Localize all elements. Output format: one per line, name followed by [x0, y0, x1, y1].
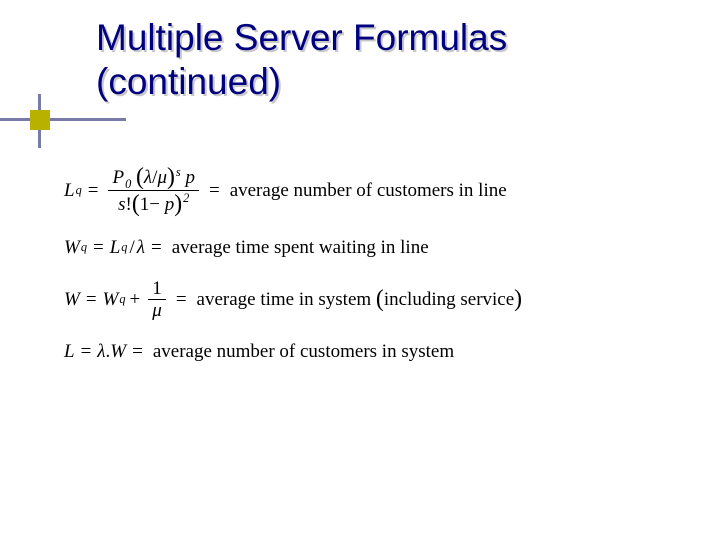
l-eq1: =: [81, 342, 92, 361]
slide-title: Multiple Server Formulas (continued) Mul…: [96, 16, 656, 105]
w-eq1: =: [86, 290, 97, 309]
lq-den-paren-r: ): [174, 191, 182, 217]
lq-paren-l: (: [136, 164, 144, 190]
w-fraction: 1 μ: [148, 279, 166, 320]
lq-den-s: s: [118, 194, 125, 215]
wq-eq2: =: [151, 238, 162, 257]
lq-desc: average number of customers in line: [230, 181, 507, 200]
lq-den-p: p: [165, 194, 175, 215]
wq-eq1: =: [93, 238, 104, 257]
w-frac-den: μ: [152, 300, 162, 321]
wq-rhs-slash: /: [129, 238, 134, 257]
lq-num-exp: s: [176, 165, 181, 179]
wq-rhs-L: L: [110, 238, 121, 257]
formula-w: W = Wq + 1 μ = average time in system (i…: [64, 279, 684, 320]
w-frac-num: 1: [148, 279, 166, 299]
l-eq2: =: [132, 342, 143, 361]
title-line1: Multiple Server Formulas: [96, 17, 507, 58]
lq-fraction: P0 (λ/μ)s p s!(1− p)2: [108, 165, 199, 216]
w-rhs-plus: +: [130, 290, 141, 309]
lq-lhs-var: L: [64, 181, 75, 200]
lq-eq1: =: [88, 181, 99, 200]
w-desc-par: including service: [384, 289, 514, 310]
lq-den-fact: !: [126, 194, 132, 215]
w-lhs-var: W: [64, 290, 80, 309]
formula-wq: Wq = Lq / λ = average time spent waiting…: [64, 238, 684, 257]
lq-paren-r: ): [167, 164, 175, 190]
wq-rhs-lam: λ: [137, 238, 145, 257]
l-rhs-W: W: [110, 342, 126, 361]
formula-block: Lq = P0 (λ/μ)s p s!(1− p)2 = average num…: [64, 165, 684, 383]
w-desc-pre: average time in system: [197, 289, 376, 310]
lq-num-P: P: [112, 167, 124, 188]
lq-num-P-sub: 0: [125, 177, 131, 191]
accent-rule-horizontal: [0, 118, 126, 121]
w-desc: average time in system (including servic…: [197, 287, 523, 311]
w-desc-paren-l: (: [376, 286, 384, 312]
title-line2: (continued): [96, 61, 281, 102]
lq-num-mu: μ: [157, 167, 167, 188]
lq-den-minus: −: [149, 194, 160, 215]
lq-num-p: p: [185, 167, 195, 188]
w-desc-paren-r: ): [514, 286, 522, 312]
lq-den-exp: 2: [183, 191, 189, 205]
lq-den-paren-l: (: [132, 191, 140, 217]
l-desc: average number of customers in system: [153, 342, 454, 361]
lq-eq2: =: [209, 181, 220, 200]
l-rhs-lam: λ: [97, 342, 105, 361]
w-eq2: =: [176, 290, 187, 309]
wq-lhs-var: W: [64, 238, 80, 257]
l-lhs-var: L: [64, 342, 75, 361]
formula-lq: Lq = P0 (λ/μ)s p s!(1− p)2 = average num…: [64, 165, 684, 216]
w-rhs-W: W: [103, 290, 119, 309]
wq-desc: average time spent waiting in line: [172, 238, 429, 257]
accent-square-icon: [30, 110, 50, 130]
formula-l: L = λ.W = average number of customers in…: [64, 342, 684, 361]
lq-num-lam: λ: [144, 167, 152, 188]
lq-den-1: 1: [140, 194, 150, 215]
slide: Multiple Server Formulas (continued) Mul…: [0, 0, 720, 540]
